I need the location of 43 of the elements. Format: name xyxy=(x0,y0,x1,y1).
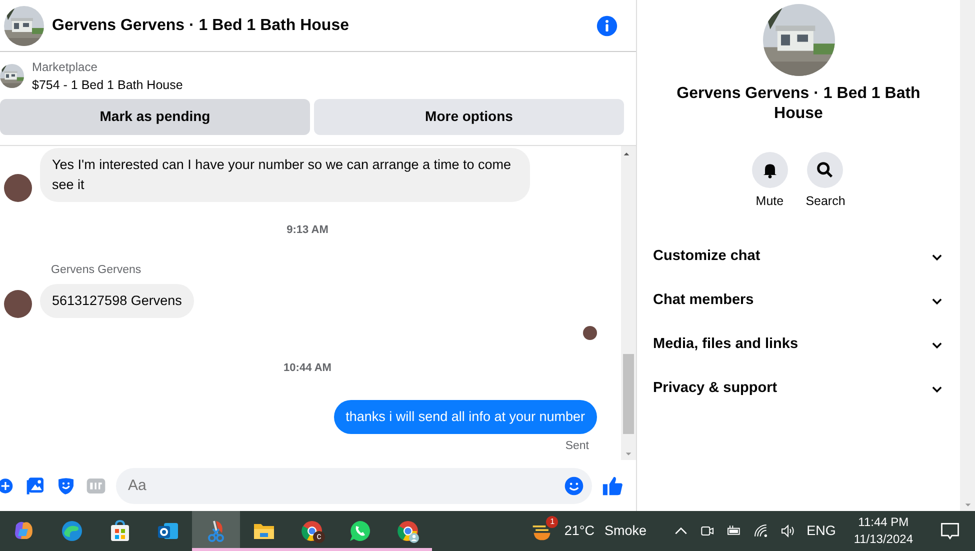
seen-avatar xyxy=(583,326,597,340)
section-toggle[interactable]: Media, files and links xyxy=(637,322,960,367)
message-field[interactable]: Aa xyxy=(116,468,592,504)
clock-time[interactable]: 11:44 PM xyxy=(854,514,913,531)
scrollbar-thumb[interactable] xyxy=(623,354,634,434)
avatar xyxy=(4,174,32,202)
weather-condition: Smoke xyxy=(604,522,647,540)
taskbar-button[interactable]: c xyxy=(288,511,336,551)
info-icon[interactable] xyxy=(596,14,618,36)
wave-icon xyxy=(60,519,84,543)
chat-title: Gervens Gervens · 1 Bed 1 Bath House xyxy=(52,16,350,36)
timestamp: 9:13 AM xyxy=(286,222,330,238)
avatar xyxy=(4,290,32,318)
message-bubble: thanks i will send all info at your number xyxy=(334,400,597,434)
listing-summary: $754 - 1 Bed 1 Bath House xyxy=(32,77,183,94)
sticker-icon[interactable] xyxy=(56,476,76,496)
conversation-name: Gervens Gervens · 1 Bed 1 Bath House xyxy=(676,84,922,124)
speaker-icon[interactable] xyxy=(778,523,797,539)
section-toggle[interactable]: Chat members xyxy=(637,278,960,323)
action-button[interactable]: More options xyxy=(314,98,624,135)
timestamp: 10:44 AM xyxy=(282,360,332,376)
profile-badge: c xyxy=(313,531,325,543)
message-bubble: 5613127598 Gervens xyxy=(40,284,194,318)
language-indicator[interactable]: ENG xyxy=(806,520,836,542)
shopping-bag-icon xyxy=(108,519,132,543)
emoji-icon[interactable] xyxy=(564,476,584,496)
sender-name: Gervens Gervens xyxy=(51,263,142,278)
message-bubble: Yes I'm interested can I have your number so we can arrange a time to come see it xyxy=(40,148,530,202)
wifi-icon[interactable] xyxy=(752,523,769,539)
section-toggle[interactable]: Customize chat xyxy=(637,234,960,279)
listing-source: Marketplace xyxy=(32,59,98,76)
notification-icon[interactable] xyxy=(939,520,961,542)
action-button[interactable]: Mark as pending xyxy=(0,98,310,135)
search-icon xyxy=(815,160,836,180)
temperature: 21°C xyxy=(564,522,595,540)
notification-badge: 1 xyxy=(546,516,558,528)
section-toggle[interactable]: Privacy & support xyxy=(637,366,960,411)
browser-icon xyxy=(396,519,420,543)
message-status: Sent xyxy=(565,439,589,454)
thumbs-up-icon[interactable] xyxy=(602,474,624,496)
clock-date[interactable]: 11/13/2024 xyxy=(854,531,913,548)
chat-bubble-icon xyxy=(348,519,372,543)
image-icon[interactable] xyxy=(26,476,46,496)
